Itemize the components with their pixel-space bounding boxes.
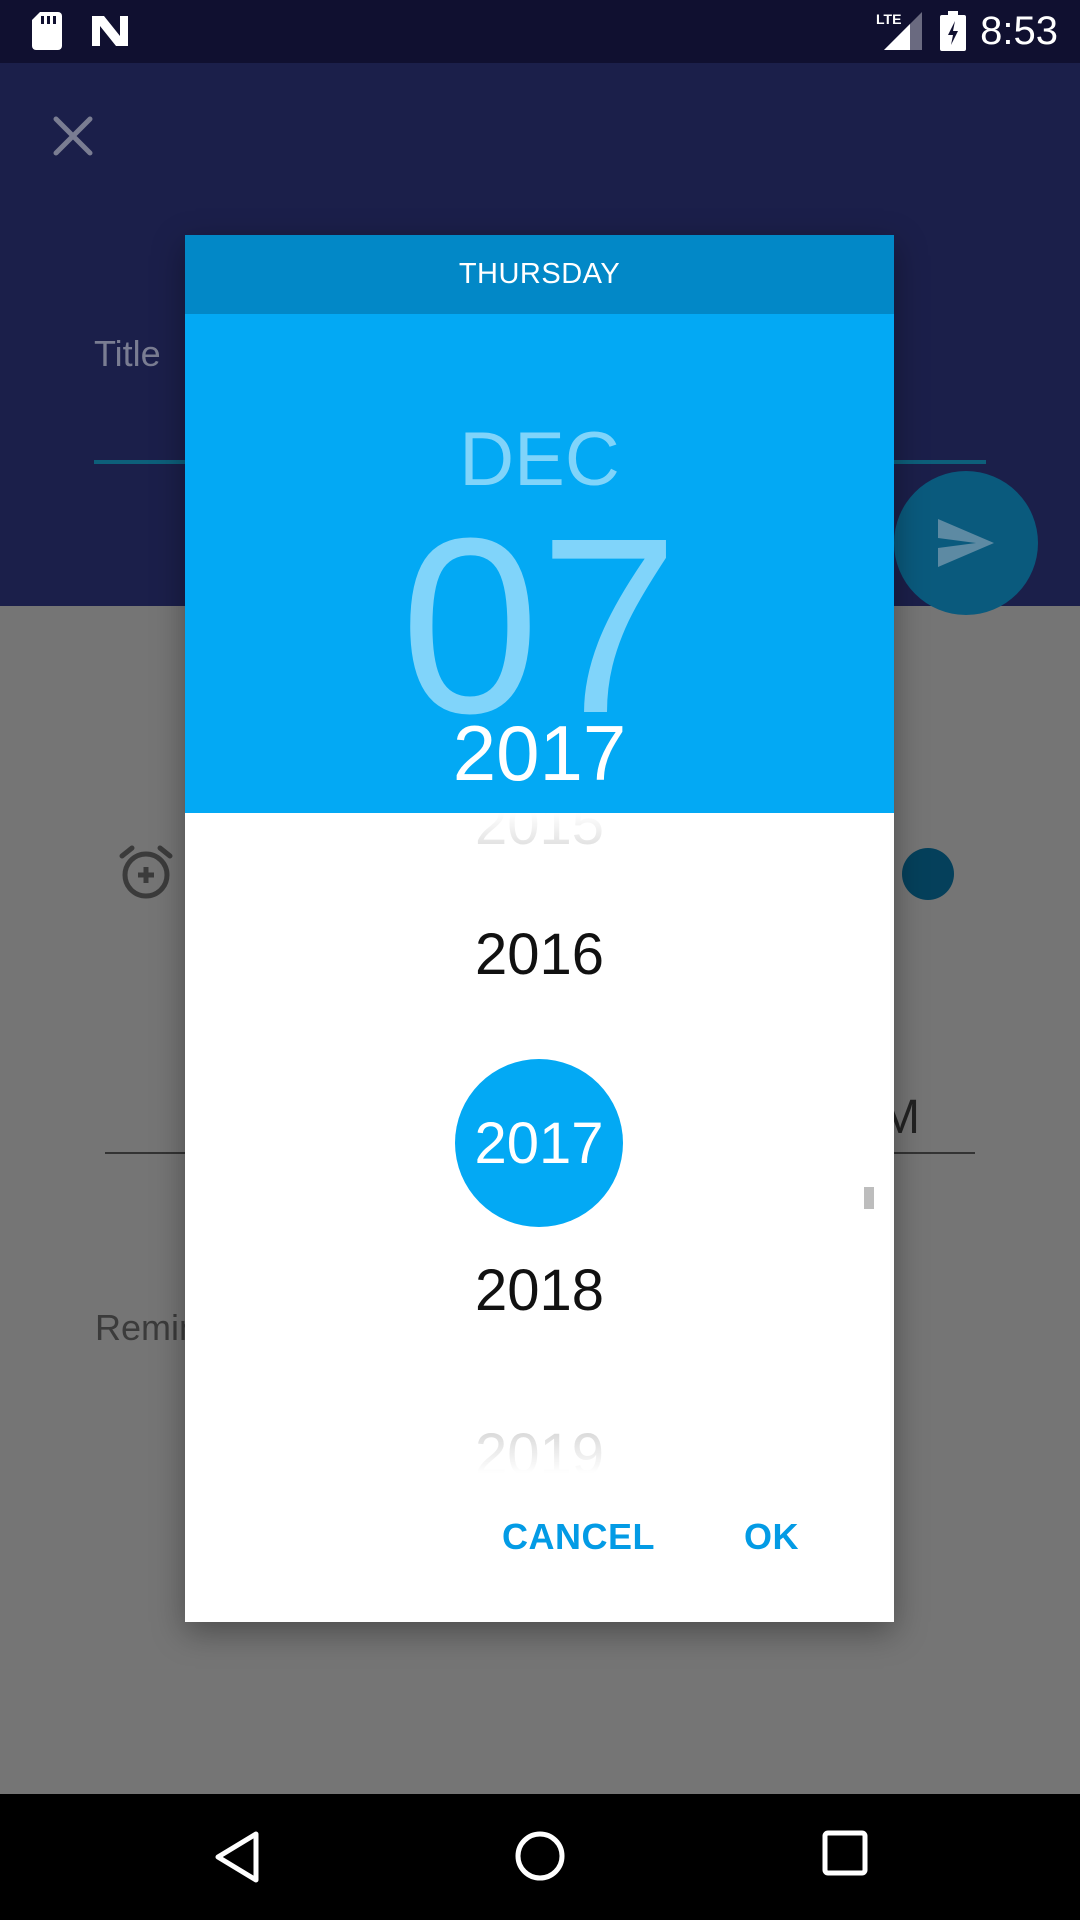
scrollbar-thumb[interactable] <box>864 1187 874 1209</box>
home-icon[interactable] <box>514 1830 566 1882</box>
cancel-button[interactable]: CANCEL <box>490 1508 667 1566</box>
lte-label: LTE <box>876 11 901 27</box>
send-icon <box>938 519 994 567</box>
back-icon[interactable] <box>212 1830 262 1884</box>
status-clock: 8:53 <box>980 9 1058 53</box>
year-item[interactable]: 2016 <box>185 921 894 988</box>
battery-charging-icon <box>940 11 966 51</box>
selected-year[interactable]: 2017 <box>185 714 894 792</box>
recents-icon[interactable] <box>822 1830 868 1876</box>
date-header-panel: DEC 07 2017 <box>185 314 894 813</box>
send-button[interactable] <box>894 471 1038 615</box>
year-list[interactable]: 2015 2016 2017 2018 2019 <box>185 813 894 1473</box>
year-selected-label: 2017 <box>474 1110 604 1176</box>
year-item[interactable]: 2015 <box>185 813 894 858</box>
year-item[interactable]: 2018 <box>185 1257 894 1324</box>
title-placeholder[interactable]: Title <box>94 333 161 375</box>
alarm-add-icon[interactable] <box>118 844 174 900</box>
navigation-bar <box>0 1794 1080 1920</box>
sd-card-icon <box>32 12 62 50</box>
reminder-toggle[interactable] <box>902 848 954 900</box>
day-of-week-header: THURSDAY <box>185 235 894 314</box>
year-item[interactable]: 2019 <box>185 1421 894 1473</box>
year-item-selected[interactable]: 2017 <box>455 1059 623 1227</box>
date-picker-dialog: THURSDAY DEC 07 2017 2015 2016 2017 2018… <box>185 235 894 1622</box>
status-bar: LTE 8:53 <box>0 0 1080 63</box>
remind-label: Remin <box>95 1307 200 1348</box>
lte-signal-icon: LTE <box>876 11 922 50</box>
ok-button[interactable]: OK <box>732 1508 811 1566</box>
dialog-actions: CANCEL OK <box>185 1472 894 1622</box>
close-icon[interactable] <box>52 115 94 157</box>
n-notification-icon <box>92 16 128 46</box>
